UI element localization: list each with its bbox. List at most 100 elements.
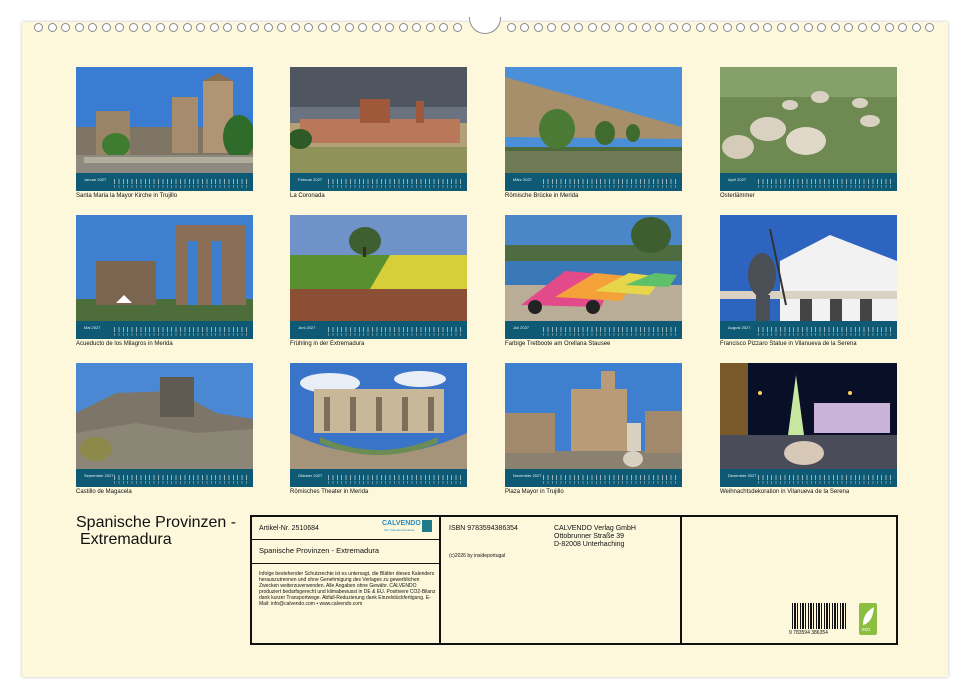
eco-leaf-icon: eco [859,603,877,635]
month-name: Februar 2027 [298,177,323,182]
calendar-grid-bar: Februar 2027 [290,173,467,191]
month-name: September 2027 [84,473,114,478]
binding-ring [115,23,124,32]
binding-ring [884,23,894,32]
logo-subtext: Ihre Kalenderdruckerei [384,528,415,532]
product-title: Spanische Provinzen - Extremadura [259,546,380,555]
binding-ring [263,23,273,32]
binding-ring [695,23,705,32]
binding-ring [398,23,408,32]
binding-ring [155,23,165,32]
photo-caption: Römische Brücke in Merida [505,193,579,199]
binding-ring [601,23,610,32]
month-name: April 2027 [728,177,747,182]
binding-ring [763,23,772,32]
publisher-name: CALVENDO Verlag GmbH [554,525,636,532]
binding-ring [736,23,745,32]
binding-ring [533,23,543,32]
binding-ring [776,23,786,32]
isbn-barcode [792,603,848,629]
isbn: ISBN 9783594386354 [449,525,518,532]
binding-ring [668,23,678,32]
binding-ring [47,23,57,32]
binding-ring [506,23,516,32]
photo-caption: Francisco Pizzaro Statue in Vilanueva de… [720,341,857,347]
binding-ring [236,23,246,32]
photo-caption: Weihnachtsdekoration in Vilanueva de la … [720,489,850,495]
binding-ring [169,23,178,32]
calvendo-logo: CALVENDO Ihre Kalenderdruckerei [382,520,436,536]
calendar-grid-bar: Dezember 2027 [720,469,897,487]
binding-ring [439,23,448,32]
barcode-number: 9 783594 386354 [789,630,828,636]
binding-ring [88,23,97,32]
photo-caption: Plaza Mayor in Trujillo [505,489,564,495]
binding-ring [34,23,43,32]
copyright: (c)2026 by insideportugal [449,553,506,559]
calendar-title: Spanische Provinzen - Extremadura [76,514,236,548]
photo-caption: La Coronada [290,193,325,199]
binding-ring [331,23,340,32]
photo-caption: Castillo de Magacela [76,489,132,495]
binding-ring [385,23,394,32]
binding-ring [412,23,421,32]
binding-ring [709,23,718,32]
binding-ring [871,23,880,32]
publisher-street: Ottobrunner Straße 39 [554,533,625,540]
binding-ring [925,23,934,32]
photo-roman-theatre [290,363,467,469]
binding-ring [817,23,826,32]
calendar-grid-bar: Juli 2027 [505,321,682,339]
calendar-grid-bar: August 2027 [720,321,897,339]
photo-trujillo-church [76,67,253,173]
binding-ring [61,23,70,32]
photo-castillo-magacela [76,363,253,469]
photo-spring-fields [290,215,467,321]
photo-caption: Osterlämmer [720,193,755,199]
binding-ring [911,23,921,32]
photo-caption: Frühling in der Extremadura [290,341,365,347]
month-name: Oktober 2027 [298,473,323,478]
eco-label: eco [862,627,871,633]
photo-roman-bridge [505,67,682,173]
calendar-grid-bar: Mai 2027 [76,321,253,339]
binding-ring [790,23,799,32]
binding-ring [520,23,529,32]
binding-ring [614,23,624,32]
calendar-grid-bar: April 2027 [720,173,897,191]
calendar-grid-bar: Januar 2027 [76,173,253,191]
article-number: Artikel-Nr. 2510684 [259,525,319,532]
calendar-grid-bar: Oktober 2027 [290,469,467,487]
binding-ring [101,23,111,32]
binding-ring [425,23,435,32]
logo-text: CALVENDO [382,520,421,527]
month-name: Januar 2027 [84,177,107,182]
binding-ring [452,23,462,32]
binding-ring [655,23,664,32]
photo-caption: Römisches Theater in Merida [290,489,369,495]
month-name: August 2027 [728,325,751,330]
photo-plaza-mayor [505,363,682,469]
binding-ring [223,23,232,32]
binding-ring [749,23,759,32]
binding-ring [722,23,732,32]
product-info-panel: Artikel-Nr. 2510684 CALVENDO Ihre Kalend… [250,515,898,645]
binding-ring [371,23,381,32]
month-name: Juni 2027 [298,325,316,330]
binding-ring [209,23,219,32]
photo-caption: Farbige Tretboote am Orellana Stausee [505,341,611,347]
photo-pedal-boats [505,215,682,321]
binding-ring [628,23,637,32]
binding-ring [344,23,354,32]
binding-ring [844,23,853,32]
photo-caption: Acueducto de los Milagros in Merida [76,341,173,347]
binding-ring [587,23,597,32]
binding-ring [358,23,367,32]
publisher-address: CALVENDO Verlag GmbH Ottobrunner Straße … [554,525,636,549]
binding-ring [830,23,840,32]
calendar-grid-bar: März 2027 [505,173,682,191]
publisher-city: D-82008 Unterhaching [554,541,625,548]
binding-ring [290,23,300,32]
title-line-1: Spanische Provinzen - [76,514,237,531]
photo-caption: Santa Maria la Mayor Kirche in Trujillo [76,193,178,199]
